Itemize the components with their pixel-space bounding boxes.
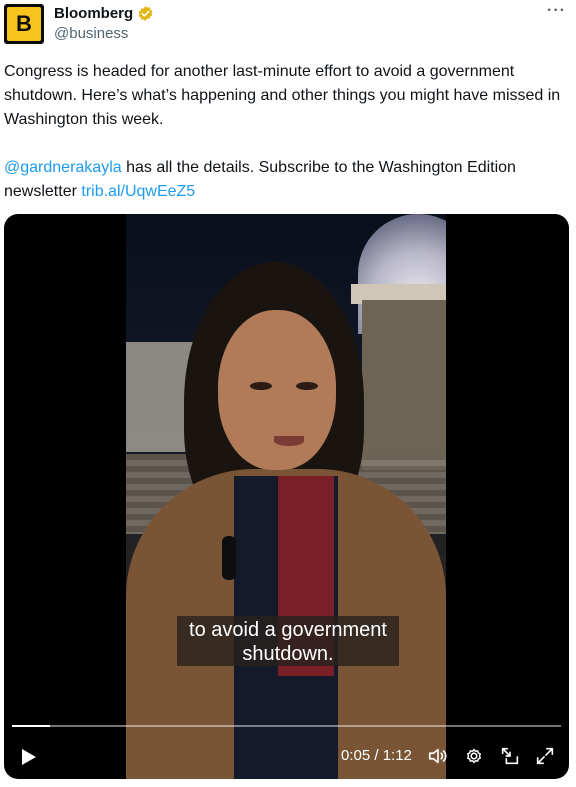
more-options-icon[interactable]: ···: [547, 2, 566, 20]
display-name[interactable]: Bloomberg: [54, 5, 133, 22]
video-frame: [126, 214, 446, 779]
newsletter-link[interactable]: trib.al/UqwEeZ5: [81, 183, 195, 200]
progress-bar[interactable]: [12, 725, 561, 727]
lapel-microphone: [222, 536, 236, 580]
video-captions: to avoid a government shutdown.: [177, 616, 399, 666]
tweet-text-paragraph-1: Congress is headed for another last-minu…: [4, 63, 565, 128]
fullscreen-icon[interactable]: [534, 745, 556, 767]
avatar[interactable]: B: [4, 4, 44, 44]
verified-badge-icon: [138, 6, 153, 21]
caption-line-2: shutdown.: [242, 643, 334, 665]
avatar-logo: B: [7, 7, 41, 41]
picture-in-picture-icon[interactable]: [499, 745, 521, 767]
caption-line-1: to avoid a government: [189, 619, 387, 641]
reporter-mouth: [274, 436, 304, 446]
time-display: 0:05 / 1:12: [341, 747, 412, 764]
video-controls: 0:05 / 1:12: [4, 737, 569, 777]
volume-icon[interactable]: [427, 745, 449, 767]
settings-gear-icon[interactable]: [463, 745, 485, 767]
tweet-header: B Bloomberg @business ···: [0, 0, 576, 56]
reporter-eye-left: [250, 382, 272, 390]
reporter-eye-right: [296, 382, 318, 390]
tweet-text-paragraph-2: @gardnerakayla has all the details. Subs…: [4, 156, 570, 204]
video-player[interactable]: to avoid a government shutdown. 0:05 / 1…: [4, 214, 569, 779]
reporter-face: [218, 310, 336, 470]
progress-fill: [12, 725, 50, 727]
capitol-building: [362, 300, 446, 470]
mention-link[interactable]: @gardnerakayla: [4, 159, 122, 176]
handle[interactable]: @business: [54, 25, 128, 42]
name-row: Bloomberg: [54, 5, 154, 22]
play-icon[interactable]: [18, 747, 38, 767]
